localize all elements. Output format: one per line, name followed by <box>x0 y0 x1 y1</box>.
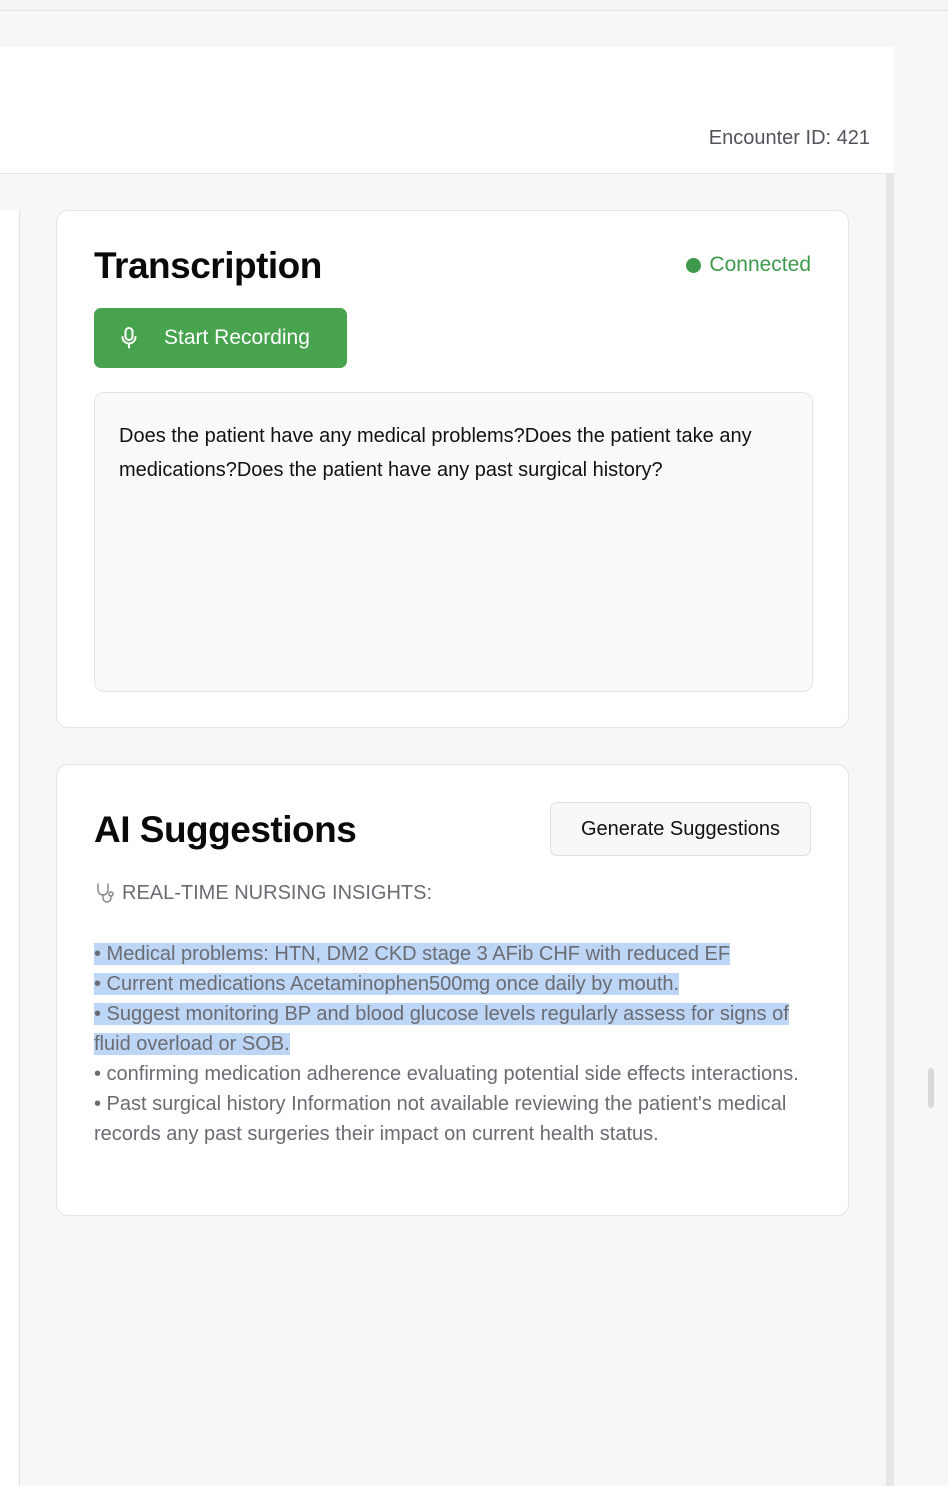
insight-item: • Medical problems: HTN, DM2 CKD stage 3… <box>94 943 731 965</box>
status-label: Connected <box>709 253 811 276</box>
microphone-icon <box>121 327 137 349</box>
start-recording-label: Start Recording <box>164 326 310 349</box>
ai-suggestions-title: AI Suggestions <box>94 809 357 850</box>
insight-item: • Past surgical history Information not … <box>94 1093 787 1145</box>
transcript-textarea[interactable]: Does the patient have any medical proble… <box>94 392 813 692</box>
insight-item: • confirming medication adherence evalua… <box>94 1063 799 1085</box>
page-header: Encounter ID: 421 <box>0 47 894 174</box>
insights-heading: REAL-TIME NURSING INSIGHTS: <box>94 881 432 905</box>
encounter-id: Encounter ID: 421 <box>708 127 870 149</box>
transcription-title: Transcription <box>94 245 322 286</box>
insight-item: • Current medications Acetaminophen500mg… <box>94 973 680 995</box>
insights-list: • Medical problems: HTN, DM2 CKD stage 3… <box>94 939 818 1149</box>
insight-item: • Suggest monitoring BP and blood glucos… <box>94 1003 789 1055</box>
window-scrollbar-thumb[interactable] <box>928 1068 934 1108</box>
scrollbar[interactable] <box>886 174 894 1486</box>
connection-status: Connected <box>686 253 811 277</box>
status-dot-icon <box>686 257 702 273</box>
transcription-card: Transcription Connected Start Recording … <box>56 210 849 728</box>
ai-suggestions-card: AI Suggestions Generate Suggestions REAL… <box>56 764 849 1216</box>
generate-suggestions-button[interactable]: Generate Suggestions <box>550 802 811 856</box>
stethoscope-icon <box>97 883 114 903</box>
left-panel <box>0 210 20 1486</box>
start-recording-button[interactable]: Start Recording <box>94 308 347 368</box>
insights-heading-text: REAL-TIME NURSING INSIGHTS: <box>122 881 433 904</box>
top-strip <box>0 0 948 11</box>
